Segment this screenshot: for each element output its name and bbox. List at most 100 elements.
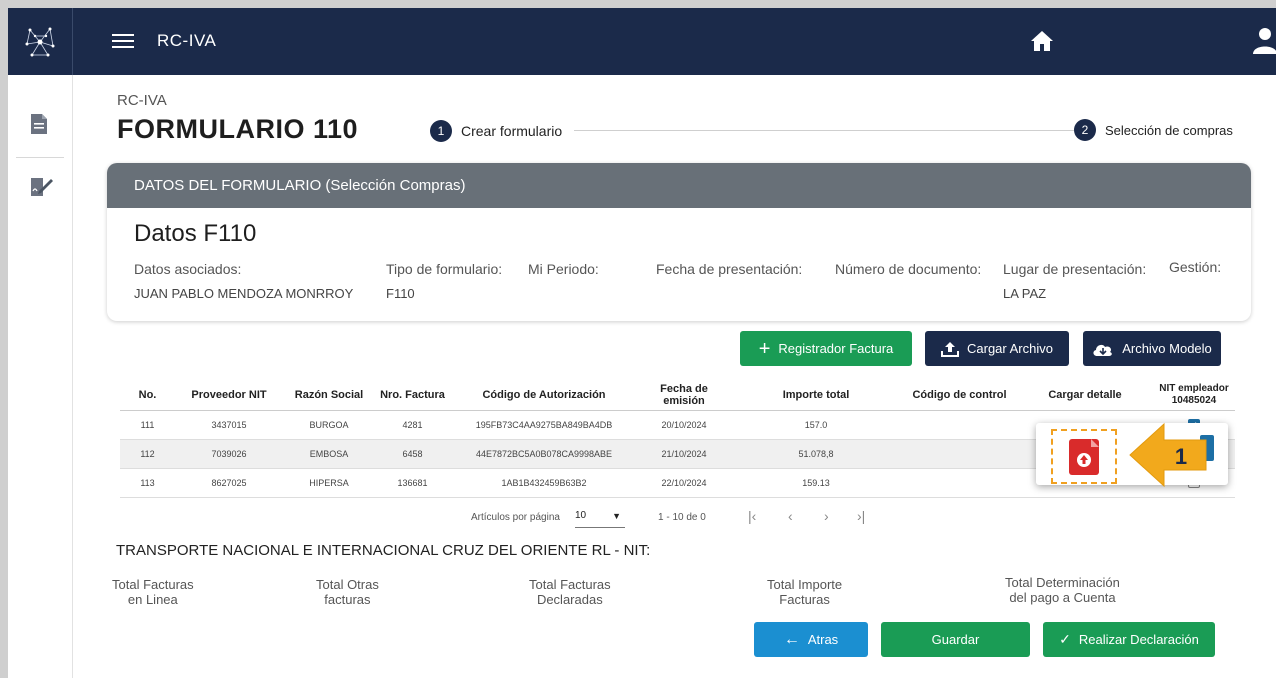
- table-cell: 3437015: [175, 410, 283, 440]
- document-icon[interactable]: [30, 113, 48, 140]
- table-cell: [902, 439, 1017, 469]
- step-2[interactable]: 2 Selección de compras: [1074, 119, 1233, 141]
- sidebar: [8, 75, 73, 678]
- button-label: Atras: [807, 632, 839, 647]
- page-range: 1 - 10 de 0: [658, 512, 706, 523]
- company-title: TRANSPORTE NACIONAL E INTERNACIONAL CRUZ…: [116, 542, 651, 559]
- table-cell: 112: [120, 439, 175, 469]
- card-header: DATOS DEL FORMULARIO (Selección Compras): [107, 163, 1251, 208]
- nit-employer-header[interactable]: NIT empleador 10485024: [1153, 380, 1235, 411]
- total-line-1: Total Otras: [316, 577, 379, 592]
- items-per-page-value: 10: [575, 510, 587, 521]
- sidebar-divider: [16, 157, 64, 158]
- field-label: Lugar de presentación:: [1003, 261, 1147, 277]
- column-header[interactable]: Cargar detalle: [1017, 380, 1153, 411]
- items-per-page-select[interactable]: 10 ▼: [575, 510, 625, 528]
- table-cell: [902, 468, 1017, 498]
- table-cell: 136681: [375, 468, 450, 498]
- table-cell: 20/10/2024: [638, 410, 730, 440]
- field-label: Datos asociados:: [134, 261, 242, 277]
- prev-page-icon[interactable]: ‹: [788, 508, 793, 524]
- field-label: Número de documento:: [835, 261, 982, 277]
- next-page-icon[interactable]: ›: [824, 508, 829, 524]
- table-cell: 22/10/2024: [638, 468, 730, 498]
- table-cell: 113: [120, 468, 175, 498]
- table-cell: 21/10/2024: [638, 439, 730, 469]
- app-frame: RC-IVA RC-IVA FORMULARIO 110 1 Crear for…: [8, 8, 1276, 678]
- step-1[interactable]: 1 Crear formulario: [430, 120, 562, 142]
- table-cell: 6458: [375, 439, 450, 469]
- button-label: Realizar Declaración: [1078, 632, 1199, 647]
- column-header[interactable]: Código de Autorización: [450, 380, 638, 411]
- back-button[interactable]: ← Atras: [754, 622, 868, 657]
- template-file-button[interactable]: Archivo Modelo: [1083, 331, 1221, 366]
- step-number: 2: [1074, 119, 1096, 141]
- total-payment-determination: Total Determinación del pago a Cuenta: [1005, 575, 1120, 605]
- table-cell: 7039026: [175, 439, 283, 469]
- upload-detail-highlight[interactable]: [1051, 429, 1117, 484]
- column-header[interactable]: Nro. Factura: [375, 380, 450, 411]
- app-title: RC-IVA: [157, 31, 217, 50]
- total-other-invoices: Total Otras facturas: [316, 577, 379, 607]
- top-bar: RC-IVA: [8, 8, 1276, 75]
- button-label: Registrador Factura: [778, 341, 894, 356]
- field-label: Gestión:: [1169, 259, 1222, 275]
- table-cell: 111: [120, 410, 175, 440]
- field-label: Tipo de formulario:: [386, 261, 503, 277]
- column-header[interactable]: Proveedor NIT: [175, 380, 283, 411]
- check-icon: ✓: [1059, 631, 1071, 647]
- save-button[interactable]: Guardar: [881, 622, 1030, 657]
- stepper-connector: [574, 130, 1074, 131]
- nit-employer-label: NIT empleador: [1159, 382, 1229, 394]
- column-header[interactable]: Código de control: [902, 380, 1017, 411]
- table-cell: 159.13: [730, 468, 902, 498]
- total-line-2: Declaradas: [536, 592, 603, 607]
- total-line-2: en Linea: [127, 592, 178, 607]
- tutorial-step-number: 1: [1175, 444, 1187, 469]
- nit-employer-value: 10485024: [1171, 394, 1217, 406]
- column-header[interactable]: Fecha de emisión: [638, 380, 730, 411]
- items-per-page-label: Artículos por página: [471, 512, 560, 523]
- register-invoice-button[interactable]: + Registrador Factura: [740, 331, 912, 366]
- step-label: Selección de compras: [1105, 122, 1233, 138]
- column-header[interactable]: Importe total: [730, 380, 902, 411]
- user-icon[interactable]: [1253, 26, 1276, 59]
- step-label: Crear formulario: [461, 123, 563, 139]
- table-cell: 8627025: [175, 468, 283, 498]
- button-label: Archivo Modelo: [1122, 341, 1212, 356]
- table-cell: 157.0: [730, 410, 902, 440]
- table-cell: 195FB73C4AA9275BA849BA4DB: [450, 410, 638, 440]
- column-header[interactable]: No.: [120, 380, 175, 411]
- upload-file-button[interactable]: Cargar Archivo: [925, 331, 1069, 366]
- field-label: Mi Periodo:: [528, 261, 599, 277]
- table-cell: 1AB1B432459B63B2: [450, 468, 638, 498]
- field-value: JUAN PABLO MENDOZA MONRROY: [134, 286, 354, 301]
- table-cell: 51.078,8: [730, 439, 902, 469]
- total-line-1: Total Importe: [767, 577, 843, 592]
- button-label: Guardar: [931, 632, 980, 647]
- first-page-icon[interactable]: |‹: [748, 508, 756, 524]
- field-value: F110: [386, 286, 415, 301]
- home-icon[interactable]: [1030, 30, 1054, 57]
- menu-icon[interactable]: [112, 30, 134, 50]
- total-line-2: del pago a Cuenta: [1009, 590, 1116, 605]
- last-page-icon[interactable]: ›|: [857, 508, 865, 524]
- field-label: Fecha de presentación:: [656, 261, 803, 277]
- total-line-1: Total Determinación: [1005, 575, 1120, 590]
- total-online-invoices: Total Facturas en Linea: [112, 577, 194, 607]
- edit-signature-icon[interactable]: [30, 175, 54, 202]
- breadcrumb: RC-IVA: [117, 92, 167, 109]
- upload-icon: [941, 341, 959, 357]
- total-invoice-amount: Total Importe Facturas: [767, 577, 842, 607]
- arrow-left-icon: ←: [783, 630, 800, 648]
- table-cell: 4281: [375, 410, 450, 440]
- network-logo-icon[interactable]: [8, 8, 73, 75]
- card-subtitle: Datos F110: [134, 220, 257, 247]
- column-header[interactable]: Razón Social: [283, 380, 375, 411]
- button-label: Cargar Archivo: [967, 341, 1053, 356]
- dropdown-arrow-icon: ▼: [612, 511, 621, 521]
- upload-pdf-icon[interactable]: [1069, 438, 1099, 475]
- submit-declaration-button[interactable]: ✓ Realizar Declaración: [1043, 622, 1215, 657]
- table-header-row: No. Proveedor NIT Razón Social Nro. Fact…: [120, 380, 1235, 411]
- field-value: LA PAZ: [1003, 286, 1047, 301]
